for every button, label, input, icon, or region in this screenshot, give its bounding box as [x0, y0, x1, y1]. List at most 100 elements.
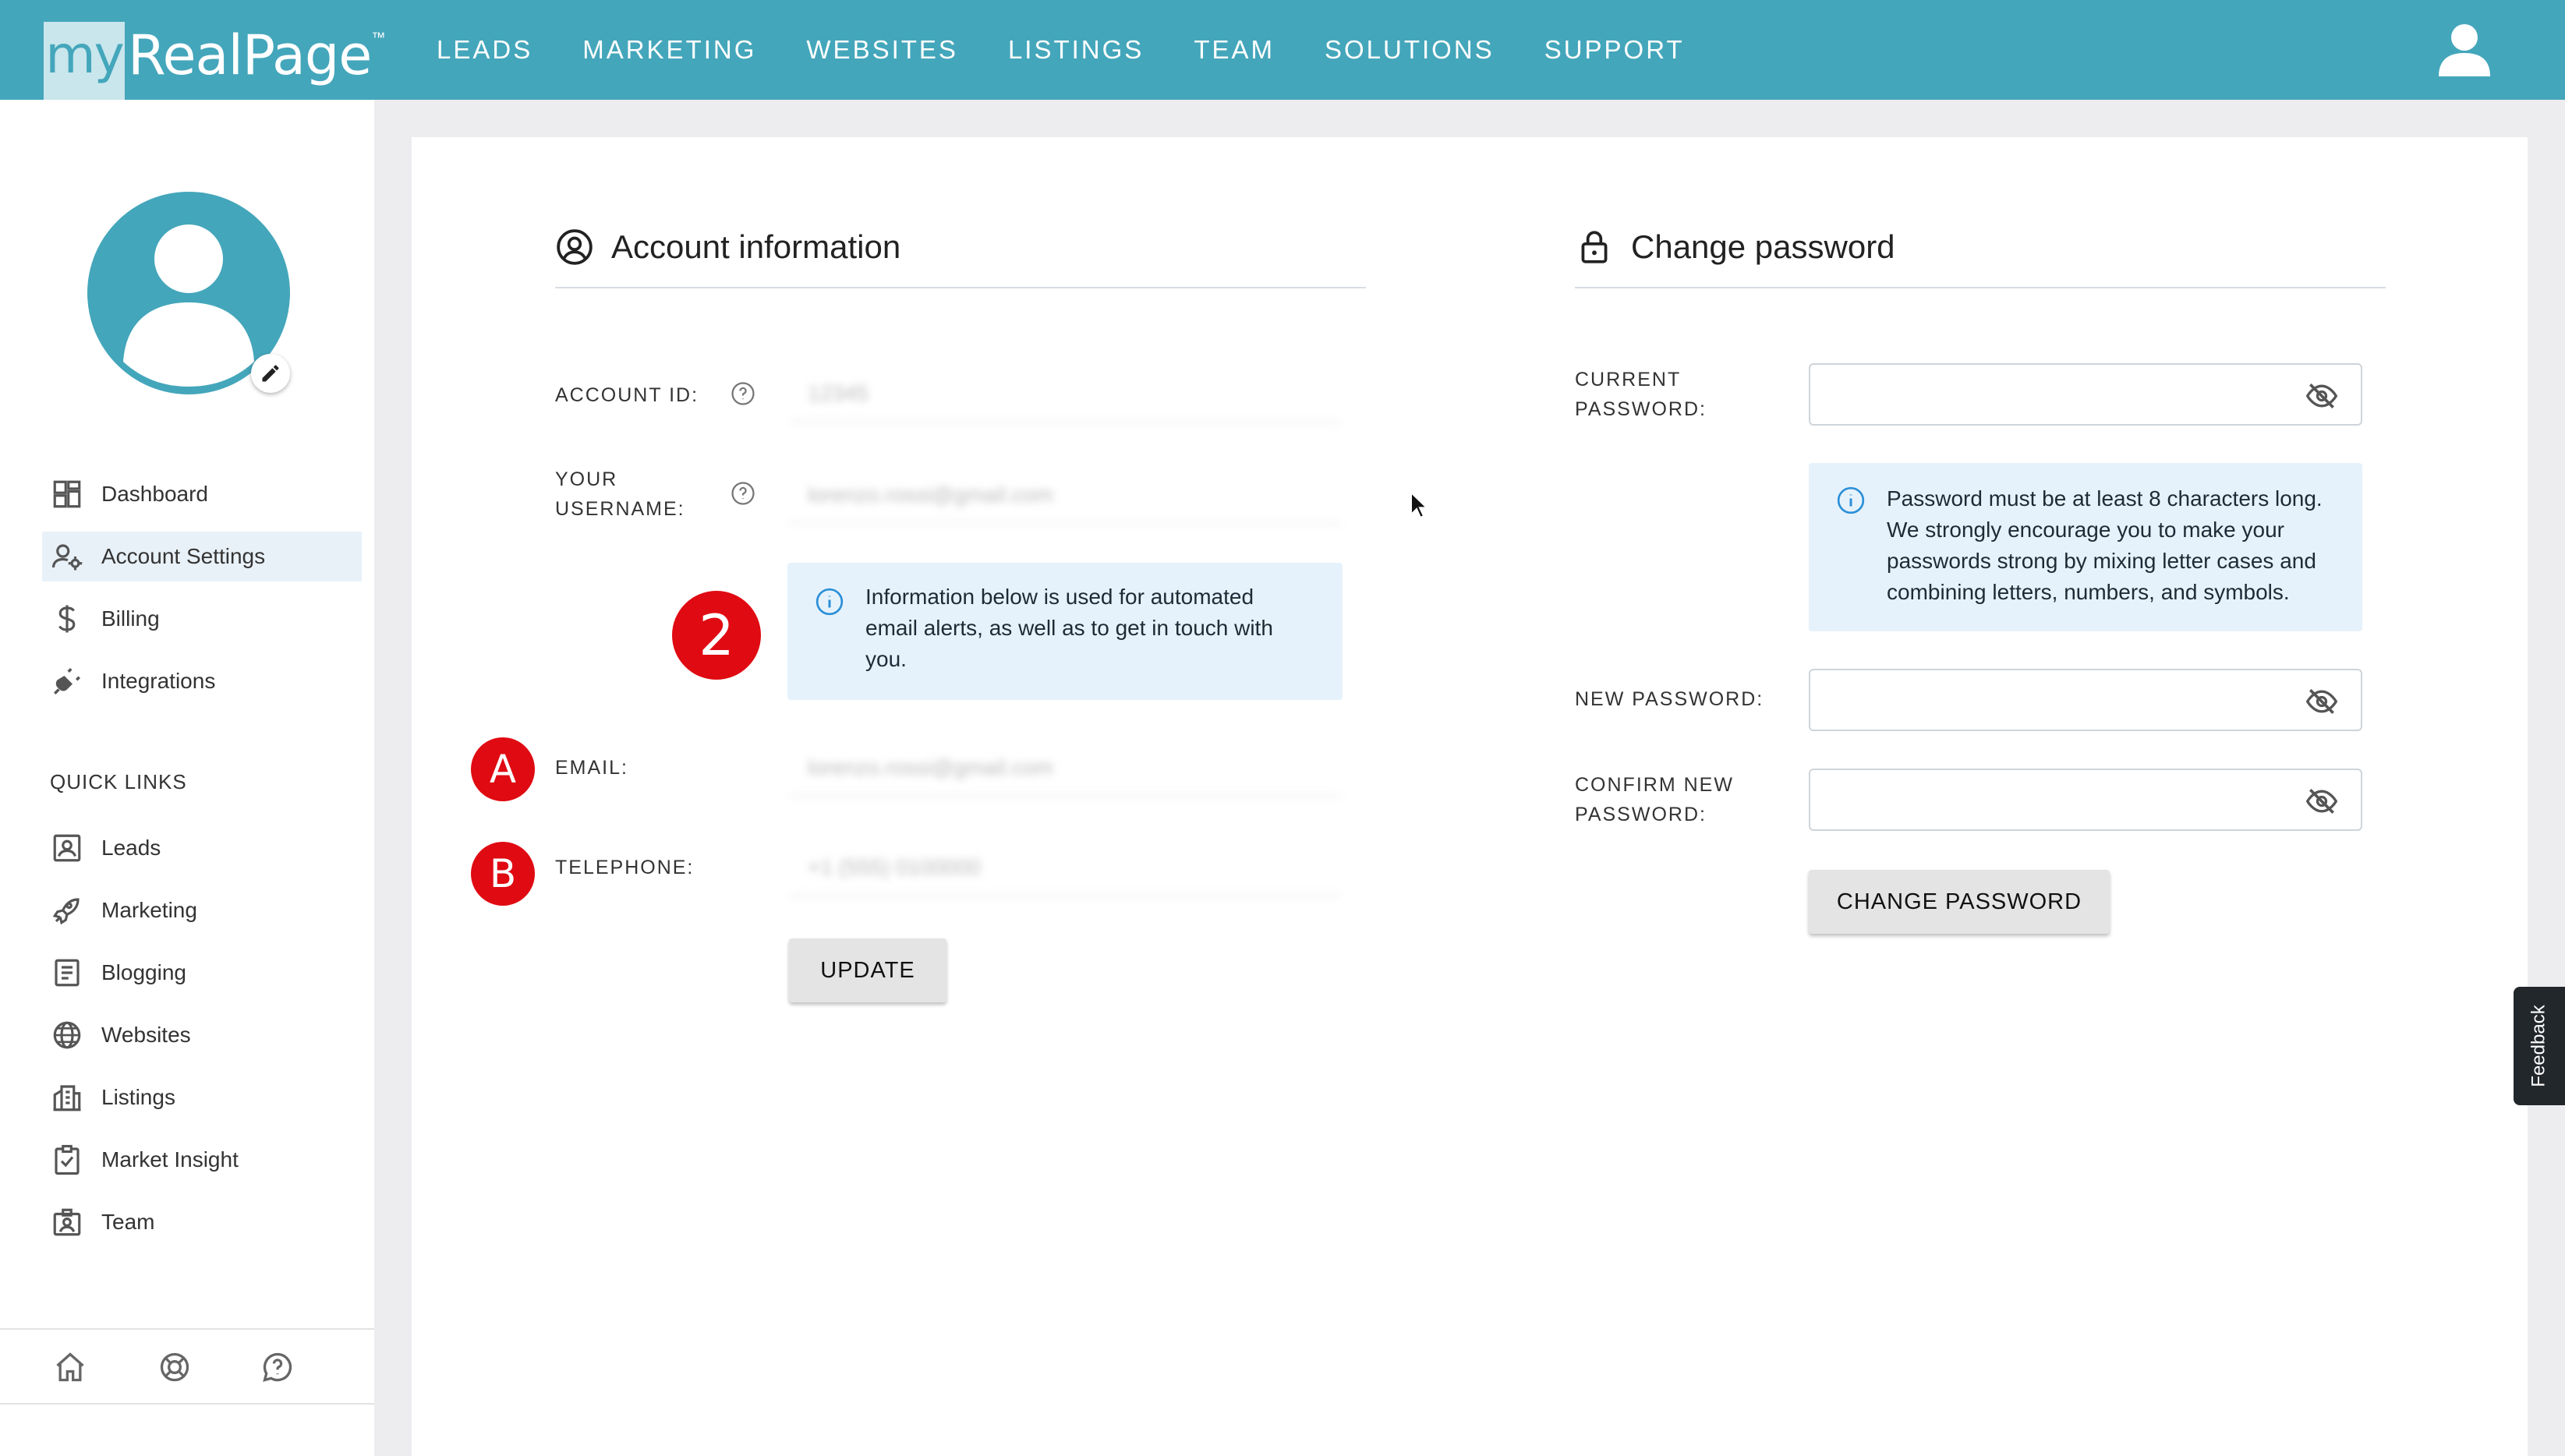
password-info-line1: Password must be at least 8 characters l…: [1887, 486, 2323, 511]
username-help-icon[interactable]: [730, 480, 756, 507]
building-icon: [48, 1079, 86, 1116]
sidebar-item-blogging[interactable]: Blogging: [42, 948, 362, 998]
account-information-heading: Account information: [555, 228, 900, 267]
main-nav: LEADS MARKETING WEBSITES LISTINGS TEAM S…: [437, 0, 1735, 100]
email-value: lorenzo.rossi@gmail.com: [789, 740, 1341, 797]
lock-icon: [1581, 231, 1608, 263]
account-divider: [555, 287, 1366, 288]
sidebar-item-marketing[interactable]: Marketing: [42, 885, 362, 935]
account-info-notice: Information below is used for automated …: [787, 563, 1343, 700]
eye-off-icon[interactable]: [2305, 684, 2339, 719]
globe-icon: [48, 1016, 86, 1054]
sidebar-item-websites[interactable]: Websites: [42, 1010, 362, 1060]
nav-solutions[interactable]: SOLUTIONS: [1325, 35, 1495, 65]
feedback-label: Feedback: [2528, 1005, 2549, 1087]
telephone-label: TELEPHONE:: [555, 857, 695, 878]
sidebar: Dashboard Account Settings Billing Integ…: [0, 100, 374, 1456]
lifebuoy-icon[interactable]: [157, 1350, 192, 1384]
pencil-icon: [262, 365, 279, 382]
username-label-line1: YOUR: [555, 468, 618, 490]
sidebar-item-account-settings[interactable]: Account Settings: [42, 532, 362, 581]
username-value: lorenzo.rossi@gmail.com: [789, 468, 1341, 524]
quick-links-title: QUICK LINKS: [50, 770, 187, 793]
update-button[interactable]: UPDATE: [789, 938, 946, 1002]
sidebar-item-label: Leads: [101, 836, 161, 860]
sidebar-item-label: Market Insight: [101, 1147, 239, 1172]
sidebar-footer: [0, 1328, 374, 1405]
account-info-text-line3: you.: [865, 647, 907, 671]
feedback-tab[interactable]: Feedback: [2514, 987, 2565, 1105]
edit-photo-button[interactable]: [251, 354, 290, 393]
sidebar-item-dashboard[interactable]: Dashboard: [42, 469, 362, 519]
new-password-input[interactable]: [1809, 669, 2362, 731]
home-icon[interactable]: [53, 1350, 87, 1384]
annotation-b: B: [471, 842, 535, 906]
change-password-title: Change password: [1631, 228, 1895, 265]
realpage-logo[interactable]: my RealPage ™: [44, 22, 385, 100]
telephone-value: +1 (555) 0100000: [789, 840, 1341, 896]
dollar-icon: [48, 600, 86, 638]
change-password-heading: Change password: [1575, 228, 1895, 267]
sidebar-item-label: Dashboard: [101, 482, 208, 506]
badge-icon: [48, 1203, 86, 1241]
account-id-label: ACCOUNT ID:: [555, 384, 699, 406]
sidebar-item-market-insight[interactable]: Market Insight: [42, 1135, 362, 1185]
nav-listings[interactable]: LISTINGS: [1008, 35, 1144, 65]
sidebar-item-label: Websites: [101, 1023, 191, 1047]
confirm-password-label-line1: CONFIRM NEW: [1575, 774, 1734, 796]
password-requirements-notice: Password must be at least 8 characters l…: [1809, 463, 2362, 631]
sidebar-item-integrations[interactable]: Integrations: [42, 656, 362, 706]
contact-card-icon: [48, 829, 86, 867]
new-password-label: NEW PASSWORD:: [1575, 688, 1764, 710]
confirm-password-input[interactable]: [1809, 769, 2362, 831]
dashboard-icon: [48, 475, 86, 513]
sidebar-item-label: Team: [101, 1210, 155, 1234]
account-information-title: Account information: [611, 228, 901, 265]
current-password-field[interactable]: [1810, 365, 2361, 424]
logo-my: my: [44, 22, 125, 100]
confirm-password-field[interactable]: [1810, 770, 2361, 829]
sidebar-item-label: Account Settings: [101, 544, 266, 568]
info-icon: [815, 588, 844, 616]
sidebar-item-label: Billing: [101, 606, 160, 631]
sidebar-item-label: Blogging: [101, 960, 186, 984]
account-info-text-line2: email alerts, as well as to get in touch…: [865, 616, 1273, 640]
account-id-help-icon[interactable]: [730, 380, 756, 407]
password-info-line3: passwords strong by mixing letter cases …: [1887, 549, 2316, 573]
nav-websites[interactable]: WEBSITES: [806, 35, 958, 65]
eye-off-icon[interactable]: [2305, 379, 2339, 413]
confirm-password-label-line2: PASSWORD:: [1575, 804, 1707, 825]
sidebar-item-leads[interactable]: Leads: [42, 823, 362, 873]
password-info-line2: We strongly encourage you to make your: [1887, 518, 2284, 542]
sidebar-item-listings[interactable]: Listings: [42, 1073, 362, 1122]
sidebar-item-team[interactable]: Team: [42, 1197, 362, 1247]
user-account-icon[interactable]: [2437, 22, 2492, 78]
sidebar-item-label: Marketing: [101, 898, 197, 922]
account-settings-icon: [48, 538, 86, 575]
email-label: EMAIL:: [555, 757, 628, 779]
annotation-step-2: 2: [672, 591, 761, 680]
username-label-line2: USERNAME:: [555, 498, 685, 520]
nav-team[interactable]: TEAM: [1194, 35, 1275, 65]
password-divider: [1575, 287, 2386, 288]
rocket-icon: [48, 892, 86, 929]
eye-off-icon[interactable]: [2305, 784, 2339, 818]
top-nav-bar: my RealPage ™ LEADS MARKETING WEBSITES L…: [0, 0, 2565, 100]
change-password-button[interactable]: CHANGE PASSWORD: [1809, 870, 2110, 934]
nav-marketing[interactable]: MARKETING: [582, 35, 756, 65]
nav-leads[interactable]: LEADS: [437, 35, 532, 65]
clipboard-check-icon: [48, 1141, 86, 1179]
current-password-label-line1: CURRENT: [1575, 369, 1682, 391]
sidebar-item-label: Listings: [101, 1085, 175, 1109]
help-chat-icon[interactable]: [260, 1350, 295, 1384]
nav-support[interactable]: SUPPORT: [1544, 35, 1685, 65]
password-info-line4: combining letters, numbers, and symbols.: [1887, 580, 2290, 604]
sidebar-item-billing[interactable]: Billing: [42, 594, 362, 644]
annotation-a: A: [471, 737, 535, 801]
current-password-label-line2: PASSWORD:: [1575, 398, 1707, 420]
current-password-input[interactable]: [1809, 363, 2362, 426]
account-id-value: 12345: [789, 366, 1341, 422]
new-password-field[interactable]: [1810, 670, 2361, 730]
info-icon: [1837, 486, 1865, 514]
sidebar-item-label: Integrations: [101, 669, 216, 693]
